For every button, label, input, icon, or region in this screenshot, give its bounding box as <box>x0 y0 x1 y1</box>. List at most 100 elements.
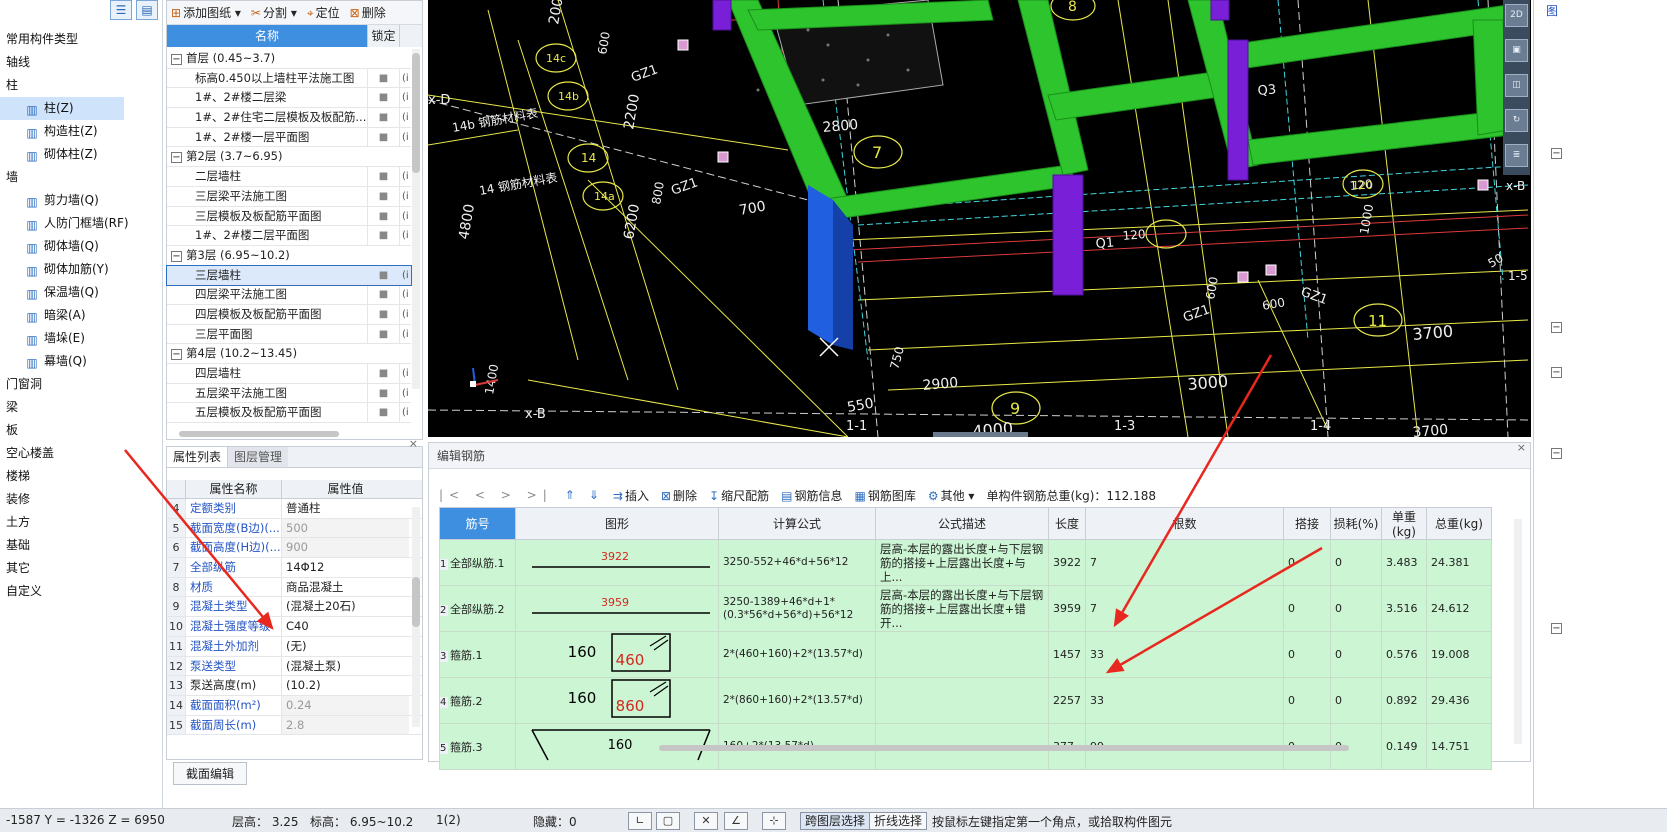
tree-item[interactable]: ▥ 保温墙(Q) <box>0 281 162 304</box>
column-header[interactable]: 长度 <box>1048 507 1086 540</box>
right-panel-topic[interactable]: 图 <box>1546 2 1558 19</box>
collapse-icon[interactable]: − <box>171 250 182 262</box>
description-cell[interactable]: 层高-本层的露出长度+与下层钢筋的搭接+上层露出长度+与上... <box>875 539 1049 586</box>
rebar-name-cell[interactable]: 4 箍筋.2 <box>439 677 516 724</box>
drawing-row[interactable]: 四层模板及板配筋平面图 ■ (i <box>167 304 411 325</box>
lap-cell[interactable]: 0 <box>1283 539 1331 586</box>
add-drawing-button[interactable]: ⊞ 添加图纸 ▾ <box>171 4 241 21</box>
property-row[interactable]: 15 截面周长(m) 2.8 <box>167 715 422 736</box>
tree-item[interactable]: ▥ 柱(Z) <box>0 97 124 120</box>
name-column-header[interactable]: 名称 <box>167 25 367 47</box>
angle-icon[interactable]: ∠ <box>724 812 748 830</box>
table-row[interactable]: 4 箍筋.2 160 860 2*(860+160)+2*(13.57*d) 2257 33… <box>439 677 1492 724</box>
loss-cell[interactable]: 0 <box>1330 677 1382 724</box>
property-value[interactable]: (混凝土泵) <box>281 656 409 676</box>
cancel-icon[interactable]: ✕ <box>694 812 718 830</box>
property-row[interactable]: 8 材质 商品混凝土 <box>167 577 422 598</box>
column-header[interactable]: 公式描述 <box>875 507 1049 540</box>
lock-icon[interactable]: ■ <box>367 383 399 403</box>
collapse-icon[interactable]: − <box>1551 367 1562 378</box>
section-edit-button[interactable]: 截面编辑 <box>173 762 248 785</box>
unit-weight-cell[interactable]: 0.149 <box>1381 723 1427 770</box>
property-scrollbar[interactable] <box>412 507 420 727</box>
rebar-shape-cell[interactable]: 160 460 <box>515 631 719 678</box>
lock-icon[interactable]: ■ <box>367 88 399 108</box>
box-view-icon[interactable]: ◫ <box>1505 74 1528 97</box>
view-3d-icon[interactable]: ▣ <box>1505 39 1528 62</box>
lock-icon[interactable]: ■ <box>367 265 399 285</box>
lock-icon[interactable]: ■ <box>367 304 399 324</box>
lap-cell[interactable]: 0 <box>1283 677 1331 724</box>
move-up-icon[interactable]: ⇑ <box>565 488 575 502</box>
tree-category[interactable]: 墙 <box>0 166 162 189</box>
drawing-row[interactable]: 1#、2#楼二层梁 ■ (i <box>167 88 411 109</box>
cad-canvas[interactable]: 200 600 2200 2800 700 800 6200 4800 1400… <box>428 0 1531 437</box>
split-button[interactable]: ✂ 分割 ▾ <box>251 4 297 21</box>
description-cell[interactable]: 层高-本层的露出长度+与下层钢筋的搭接+上层露出长度+错开... <box>875 585 1049 632</box>
total-weight-cell[interactable]: 19.008 <box>1426 631 1492 678</box>
formula-cell[interactable]: 2*(860+160)+2*(13.57*d) <box>718 677 876 724</box>
drawing-row[interactable]: 标高0.450以上墙柱平法施工图 ■ (i <box>167 68 411 89</box>
drawing-list-hscrollbar[interactable] <box>179 431 339 437</box>
description-cell[interactable] <box>875 631 1049 678</box>
lock-column-header[interactable]: 锁定 <box>367 25 399 47</box>
panel-view-icon[interactable]: ▤ <box>136 0 158 20</box>
drawing-row[interactable]: 四层梁平法施工图 ■ (i <box>167 285 411 305</box>
drawing-row[interactable]: 五层梁平法施工图 ■ (i <box>167 383 411 404</box>
count-cell[interactable]: 7 <box>1085 539 1284 586</box>
rebar-shape-cell[interactable]: 3959 <box>515 585 719 632</box>
collapse-icon[interactable]: − <box>1551 623 1562 634</box>
cross-layer-select-toggle[interactable]: 跨图层选择 <box>800 812 871 830</box>
drawing-row[interactable]: 四层墙柱 ■ (i <box>167 364 411 384</box>
tree-category[interactable]: 基础 <box>0 534 162 557</box>
formula-cell[interactable]: 3250-1389+46*d+1*(0.3*56*d+56*d)+56*12 <box>718 585 876 632</box>
property-row[interactable]: 11 混凝土外加剂 (无) <box>167 636 422 657</box>
loss-cell[interactable]: 0 <box>1330 631 1382 678</box>
table-row[interactable]: 3 箍筋.1 160 460 2*(460+160)+2*(13.57*d) 1457 33… <box>439 631 1492 678</box>
lock-icon[interactable]: ■ <box>367 324 399 344</box>
property-row[interactable]: 5 截面宽度(B边)(... 500 <box>167 518 422 539</box>
count-cell[interactable]: 33 <box>1085 631 1284 678</box>
count-cell[interactable]: 7 <box>1085 585 1284 632</box>
property-value[interactable]: (无) <box>281 636 409 656</box>
tree-item[interactable]: ▥ 砌体加筋(Y) <box>0 258 162 281</box>
locate-button[interactable]: ⌖ 定位 <box>307 4 340 21</box>
list-view-icon[interactable]: ☰ <box>110 0 132 20</box>
tab-layer-manager[interactable]: 图层管理 <box>228 447 289 467</box>
drawing-row[interactable]: 二层墙柱 ■ (i <box>167 167 411 187</box>
formula-cell[interactable]: 3250-552+46*d+56*12 <box>718 539 876 586</box>
column-header[interactable]: 根数 <box>1085 507 1284 540</box>
collapse-icon[interactable]: − <box>1551 148 1562 159</box>
rebar-shape-cell[interactable]: 160 860 <box>515 677 719 724</box>
loss-cell[interactable]: 0 <box>1330 539 1382 586</box>
collapse-icon[interactable]: − <box>1551 448 1562 459</box>
length-cell[interactable]: 1457 <box>1048 631 1086 678</box>
length-cell[interactable]: 3959 <box>1048 585 1086 632</box>
rebar-table-hscrollbar[interactable] <box>659 745 1349 751</box>
rebar-name-cell[interactable]: 5 箍筋.3 <box>439 723 516 770</box>
total-weight-cell[interactable]: 29.436 <box>1426 677 1492 724</box>
drawing-row[interactable]: 1#、2#住宅二层模板及板配筋... ■ (i <box>167 108 411 128</box>
length-cell[interactable]: 3922 <box>1048 539 1086 586</box>
collapse-icon[interactable]: − <box>171 54 182 65</box>
rotate-icon[interactable]: ↻ <box>1505 109 1528 132</box>
collapse-icon[interactable]: − <box>171 152 182 164</box>
snap-icon[interactable]: ⊹ <box>762 812 786 830</box>
tree-item[interactable]: ▥ 剪力墙(Q) <box>0 189 162 212</box>
tree-item[interactable]: ▥ 砌体墙(Q) <box>0 235 162 258</box>
cad-scroll-handle[interactable] <box>933 432 1028 437</box>
column-header[interactable]: 损耗(%) <box>1330 507 1382 540</box>
total-weight-cell[interactable]: 24.612 <box>1426 585 1492 632</box>
lock-icon[interactable]: ■ <box>367 167 399 186</box>
close-icon[interactable]: × <box>409 437 418 450</box>
property-value[interactable]: C40 <box>281 617 409 636</box>
tree-item[interactable]: ▥ 幕墙(Q) <box>0 350 162 373</box>
delete-drawing-button[interactable]: ⊠ 删除 <box>350 4 386 21</box>
property-value[interactable]: (混凝土20石) <box>281 597 409 617</box>
tree-category[interactable]: 自定义 <box>0 580 162 603</box>
property-row[interactable]: 14 截面面积(m²) 0.24 <box>167 695 422 716</box>
tree-category[interactable]: 空心楼盖 <box>0 442 162 465</box>
total-weight-cell[interactable]: 14.751 <box>1426 723 1492 770</box>
property-row[interactable]: 13 泵送高度(m) (10.2) <box>167 676 422 696</box>
property-value[interactable]: 2.8 <box>281 715 409 735</box>
